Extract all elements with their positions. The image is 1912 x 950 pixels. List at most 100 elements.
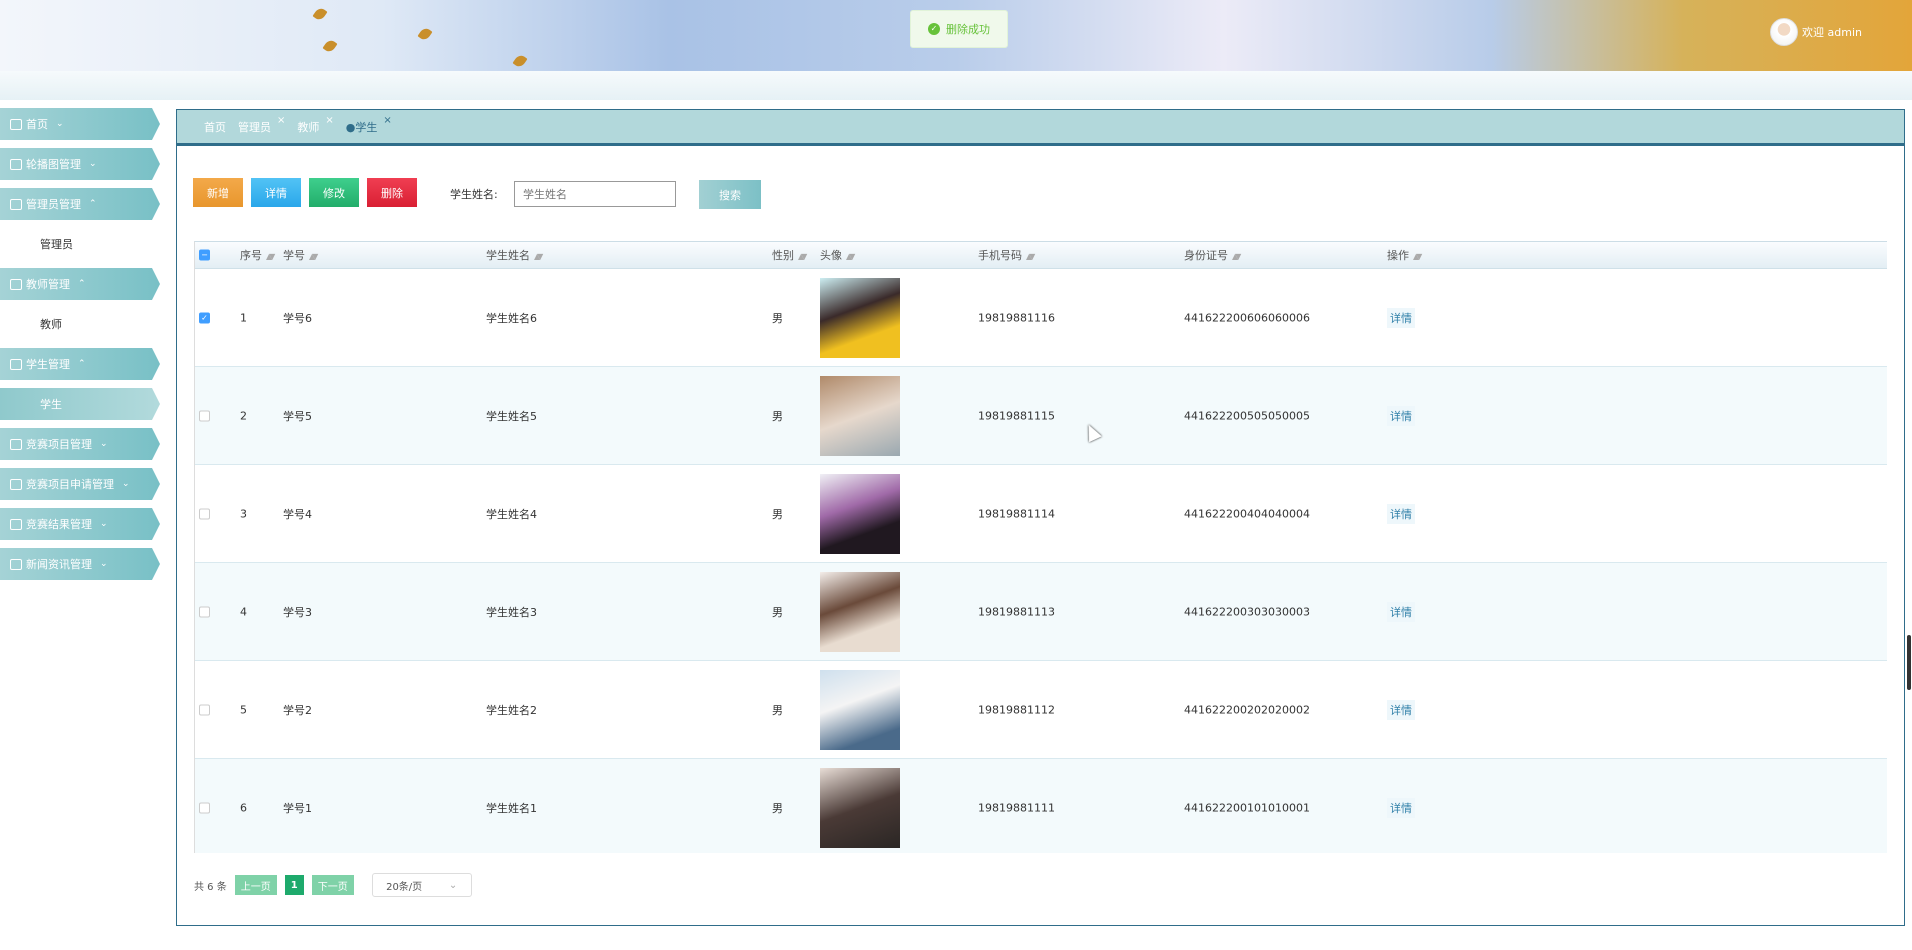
cell-gender: 男: [772, 409, 783, 423]
sort-icon[interactable]: ▲▼: [534, 252, 543, 261]
cell-no: 5: [240, 703, 247, 716]
row-detail-link[interactable]: 详情: [1387, 699, 1415, 720]
table-row[interactable]: 5 学号2 学生姓名2 男 19819881112 441622200202020002 详…: [195, 661, 1887, 759]
column-header[interactable]: 头像 ▲▼: [820, 247, 855, 263]
cell-id: 学号1: [283, 801, 312, 815]
cell-phone: 19819881112: [978, 703, 1055, 716]
sidebar-item-label: 竞赛项目申请管理: [26, 478, 114, 491]
row-checkbox[interactable]: [199, 508, 210, 519]
sidebar-item-label: 新闻资讯管理: [26, 558, 92, 571]
detail-button[interactable]: 详情: [251, 178, 301, 207]
leaf-decoration: [322, 38, 338, 54]
delete-button[interactable]: 删除: [367, 178, 417, 207]
page-size-select[interactable]: 20条/页 ⌄: [371, 873, 472, 897]
row-checkbox[interactable]: [199, 704, 210, 715]
cell-id: 学号2: [283, 703, 312, 717]
student-avatar-image: [820, 669, 900, 750]
cell-idcard: 441622200505050005: [1184, 409, 1310, 422]
cell-phone: 19819881111: [978, 801, 1055, 814]
sidebar: 首页 ⌄ 轮播图管理 ⌄ 管理员管理 ⌃ 管理员 教师管理 ⌃ 教师 学生管理 ⌃ 学生 竞赛项目管理 ⌄ 竞…: [0, 108, 160, 588]
sidebar-item-4[interactable]: 学生管理 ⌃: [0, 348, 160, 380]
sort-icon[interactable]: ▲▼: [1232, 252, 1241, 261]
tab-3[interactable]: ●学生 ×: [346, 115, 392, 135]
cell-no: 3: [240, 507, 247, 520]
column-header[interactable]: 手机号码 ▲▼: [978, 247, 1035, 263]
sort-icon[interactable]: ▲▼: [798, 252, 807, 261]
chevron-icon: ⌃: [78, 359, 86, 369]
user-menu[interactable]: 欢迎 admin: [1770, 18, 1862, 46]
close-icon[interactable]: ×: [383, 115, 391, 126]
table-row[interactable]: 6 学号1 学生姓名1 男 19819881111 441622200101010001 详…: [195, 759, 1887, 853]
students-table: − 序号 ▲▼ 学号 ▲▼ 学生姓名 ▲▼ 头像 ▲▼ 性别 ▲▼ 手机号码 ▲▼ 身份证号 ▲▼ 操作 ▲▼ …: [194, 241, 1887, 853]
row-detail-link[interactable]: 详情: [1387, 601, 1415, 622]
column-header-label: 学生姓名: [486, 249, 530, 262]
tab-0[interactable]: 首页: [204, 119, 226, 135]
sidebar-subitem[interactable]: 管理员: [0, 228, 160, 260]
row-detail-link[interactable]: 详情: [1387, 503, 1415, 524]
row-checkbox[interactable]: [199, 410, 210, 421]
sort-icon[interactable]: ▲▼: [1026, 252, 1035, 261]
column-header[interactable]: 性别 ▲▼: [772, 247, 807, 263]
cell-phone: 19819881115: [978, 409, 1055, 422]
student-avatar-image: [820, 375, 900, 456]
row-checkbox[interactable]: [199, 802, 210, 813]
add-button[interactable]: 新增: [193, 178, 243, 207]
table-row[interactable]: 4 学号3 学生姓名3 男 19819881113 441622200303030003 详…: [195, 563, 1887, 661]
row-detail-link[interactable]: 详情: [1387, 797, 1415, 818]
cell-no: 6: [240, 801, 247, 814]
sort-icon[interactable]: ▲▼: [309, 252, 318, 261]
tab-2[interactable]: 教师 ×: [297, 115, 333, 135]
page-1-button[interactable]: 1: [284, 875, 304, 895]
user-icon: [10, 278, 22, 290]
column-header[interactable]: 序号 ▲▼: [240, 247, 275, 263]
column-header-label: 手机号码: [978, 249, 1022, 262]
row-checkbox[interactable]: [199, 606, 210, 617]
cell-name: 学生姓名1: [486, 801, 537, 815]
cell-gender: 男: [772, 801, 783, 815]
cell-idcard: 441622200101010001: [1184, 801, 1310, 814]
column-header[interactable]: 学生姓名 ▲▼: [486, 247, 543, 263]
toast-text: 删除成功: [946, 23, 990, 36]
sidebar-item-3[interactable]: 教师管理 ⌃: [0, 268, 160, 300]
table-row[interactable]: ✓ 1 学号6 学生姓名6 男 19819881116 441622200606060006…: [195, 269, 1887, 367]
row-checkbox[interactable]: ✓: [199, 312, 210, 323]
select-all-checkbox[interactable]: −: [199, 249, 210, 261]
column-header[interactable]: 操作 ▲▼: [1387, 247, 1422, 263]
cell-idcard: 441622200606060006: [1184, 311, 1310, 324]
column-header-label: 身份证号: [1184, 249, 1228, 262]
page-scrollbar[interactable]: [1907, 635, 1911, 690]
close-icon[interactable]: ×: [277, 115, 285, 126]
next-page-button[interactable]: 下一页: [311, 875, 354, 895]
sort-icon[interactable]: ▲▼: [1413, 252, 1422, 261]
row-detail-link[interactable]: 详情: [1387, 405, 1415, 426]
prev-page-button[interactable]: 上一页: [234, 875, 277, 895]
cell-no: 1: [240, 311, 247, 324]
sidebar-item-8[interactable]: 新闻资讯管理 ⌄: [0, 548, 160, 580]
row-detail-link[interactable]: 详情: [1387, 307, 1415, 328]
tab-1[interactable]: 管理员 ×: [238, 115, 285, 135]
chevron-icon: ⌄: [89, 159, 97, 169]
success-icon: ✓: [928, 23, 940, 35]
sidebar-subitem[interactable]: 教师: [0, 308, 160, 340]
sidebar-item-7[interactable]: 竞赛结果管理 ⌄: [0, 508, 160, 540]
column-header[interactable]: 身份证号 ▲▼: [1184, 247, 1241, 263]
sort-icon[interactable]: ▲▼: [846, 252, 855, 261]
edit-button[interactable]: 修改: [309, 178, 359, 207]
student-name-input[interactable]: [514, 181, 676, 207]
sort-icon[interactable]: ▲▼: [266, 252, 275, 261]
table-row[interactable]: 3 学号4 学生姓名4 男 19819881114 441622200404040004 详…: [195, 465, 1887, 563]
column-header[interactable]: 学号 ▲▼: [283, 247, 318, 263]
cell-name: 学生姓名4: [486, 507, 537, 521]
column-header-label: 头像: [820, 249, 842, 262]
chevron-icon: ⌃: [89, 199, 97, 209]
close-icon[interactable]: ×: [325, 115, 333, 126]
table-row[interactable]: 2 学号5 学生姓名5 男 19819881115 441622200505050005 详…: [195, 367, 1887, 465]
sidebar-item-2[interactable]: 管理员管理 ⌃: [0, 188, 160, 220]
sidebar-subitem[interactable]: 学生: [0, 388, 160, 420]
sidebar-item-6[interactable]: 竞赛项目申请管理 ⌄: [0, 468, 160, 500]
search-button[interactable]: 搜索: [699, 180, 761, 209]
sidebar-item-0[interactable]: 首页 ⌄: [0, 108, 160, 140]
sidebar-item-1[interactable]: 轮播图管理 ⌄: [0, 148, 160, 180]
sidebar-item-label: 教师管理: [26, 278, 70, 291]
sidebar-item-5[interactable]: 竞赛项目管理 ⌄: [0, 428, 160, 460]
